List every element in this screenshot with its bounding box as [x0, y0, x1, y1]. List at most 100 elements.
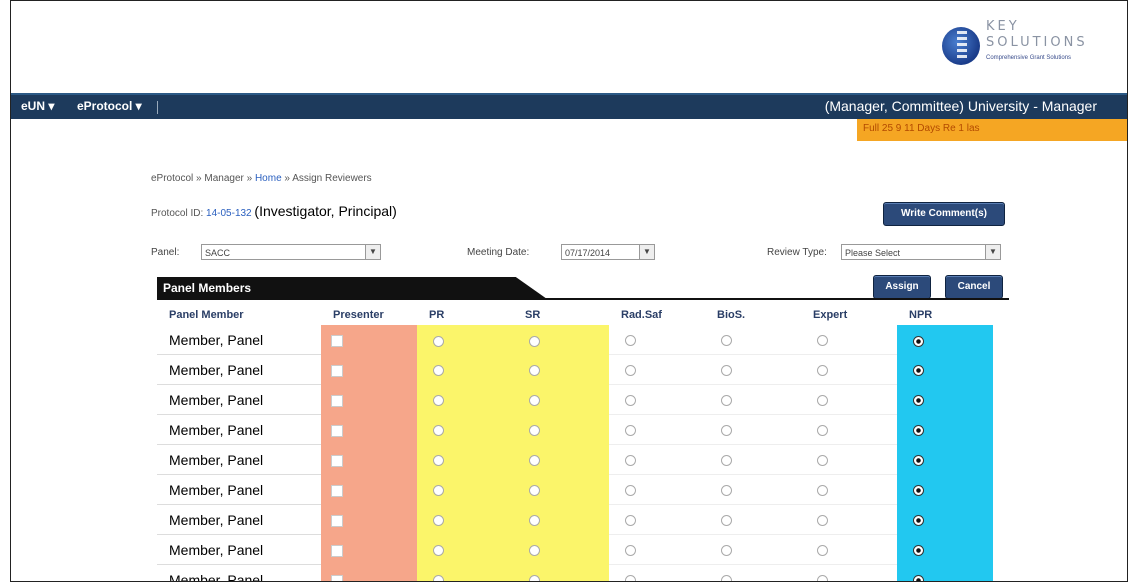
reviewer-radio[interactable]	[625, 545, 636, 557]
expert-radio-cell	[801, 444, 897, 475]
table-row: Member, Panel	[157, 354, 993, 385]
cancel-button[interactable]: Cancel	[945, 275, 1003, 299]
reviewer-radio[interactable]	[433, 545, 444, 557]
reviewer-radio[interactable]	[913, 335, 924, 347]
sr-radio-cell	[513, 504, 609, 535]
reviewer-radio[interactable]	[625, 575, 636, 581]
reviewer-radio[interactable]	[913, 425, 924, 437]
reviewer-radio[interactable]	[529, 395, 540, 407]
chevron-down-icon[interactable]: ▼	[639, 245, 654, 259]
table-row: Member, Panel	[157, 325, 993, 355]
presenter-checkbox[interactable]	[331, 454, 343, 467]
presenter-checkbox[interactable]	[331, 514, 343, 527]
npr-radio-cell	[897, 325, 993, 355]
reviewer-radio[interactable]	[625, 425, 636, 437]
presenter-checkbox[interactable]	[331, 544, 343, 557]
presenter-checkbox-cell	[321, 534, 417, 565]
chevron-down-icon[interactable]: ▼	[985, 245, 1000, 259]
presenter-checkbox[interactable]	[331, 394, 343, 407]
presenter-checkbox-cell	[321, 414, 417, 445]
reviewer-radio[interactable]	[625, 485, 636, 497]
reviewer-radio[interactable]	[913, 575, 924, 581]
presenter-checkbox[interactable]	[331, 424, 343, 437]
reviewer-radio[interactable]	[817, 545, 828, 557]
review-type-select[interactable]: Please Select ▼	[841, 244, 1001, 260]
reviewer-radio[interactable]	[625, 455, 636, 467]
panel-select[interactable]: SACC ▼	[201, 244, 381, 260]
reviewer-radio[interactable]	[529, 545, 540, 557]
meeting-date-select[interactable]: 07/17/2014 ▼	[561, 244, 655, 260]
reviewer-radio[interactable]	[625, 335, 636, 347]
expert-radio-cell	[801, 564, 897, 581]
reviewer-radio[interactable]	[913, 545, 924, 557]
expert-radio-cell	[801, 474, 897, 505]
reviewer-radio[interactable]	[529, 515, 540, 527]
reviewer-radio[interactable]	[721, 425, 732, 437]
reviewer-radio[interactable]	[625, 395, 636, 407]
bios-radio-cell	[705, 414, 801, 445]
reviewer-radio[interactable]	[721, 575, 732, 581]
reviewer-radio[interactable]	[433, 335, 444, 347]
reviewer-radio[interactable]	[721, 485, 732, 497]
protocol-id-link[interactable]: 14-05-132	[206, 208, 252, 219]
expert-radio-cell	[801, 504, 897, 535]
reviewer-radio[interactable]	[529, 485, 540, 497]
reviewer-radio[interactable]	[817, 395, 828, 407]
reviewer-radio[interactable]	[817, 335, 828, 347]
bios-radio-cell	[705, 534, 801, 565]
reviewer-radio[interactable]	[817, 455, 828, 467]
pr-radio-cell	[417, 414, 513, 445]
panel-member-name: Member, Panel	[157, 474, 321, 505]
nav-eprotocol-menu[interactable]: eProtocol ▾	[77, 99, 142, 113]
reviewer-radio[interactable]	[433, 425, 444, 437]
reviewer-radio[interactable]	[721, 455, 732, 467]
reviewer-radio[interactable]	[625, 515, 636, 527]
reviewer-radio[interactable]	[721, 395, 732, 407]
presenter-checkbox[interactable]	[331, 364, 343, 377]
reviewer-radio[interactable]	[529, 455, 540, 467]
reviewer-radio[interactable]	[529, 425, 540, 437]
assign-button[interactable]: Assign	[873, 275, 931, 299]
sr-radio-cell	[513, 414, 609, 445]
nav-eun-menu[interactable]: eUN ▾	[21, 99, 54, 113]
reviewer-radio[interactable]	[817, 515, 828, 527]
reviewer-radio[interactable]	[817, 575, 828, 581]
table-row: Member, Panel	[157, 504, 993, 535]
rad-saf-radio-cell	[609, 384, 705, 415]
reviewer-radio[interactable]	[529, 335, 540, 347]
reviewer-radio[interactable]	[721, 365, 732, 377]
panel-member-name: Member, Panel	[157, 504, 321, 535]
col-pr: PR	[429, 309, 445, 321]
reviewer-radio[interactable]	[529, 575, 540, 581]
reviewer-radio[interactable]	[433, 365, 444, 377]
reviewer-radio[interactable]	[913, 395, 924, 407]
nav-divider	[157, 101, 158, 114]
panel-member-name: Member, Panel	[157, 354, 321, 385]
reviewer-radio[interactable]	[913, 365, 924, 377]
bios-radio-cell	[705, 325, 801, 355]
reviewer-radio[interactable]	[433, 575, 444, 581]
reviewer-radio[interactable]	[433, 395, 444, 407]
col-rad-saf: Rad.Saf	[621, 309, 662, 321]
reviewer-radio[interactable]	[721, 335, 732, 347]
breadcrumb-home-link[interactable]: Home	[255, 173, 282, 184]
reviewer-radio[interactable]	[913, 485, 924, 497]
reviewer-radio[interactable]	[817, 485, 828, 497]
reviewer-radio[interactable]	[721, 515, 732, 527]
chevron-down-icon[interactable]: ▼	[365, 245, 380, 259]
reviewer-radio[interactable]	[913, 515, 924, 527]
reviewer-radio[interactable]	[817, 365, 828, 377]
protocol-id-label: Protocol ID:	[151, 208, 204, 219]
reviewer-radio[interactable]	[433, 515, 444, 527]
reviewer-radio[interactable]	[433, 485, 444, 497]
presenter-checkbox[interactable]	[331, 574, 343, 581]
reviewer-radio[interactable]	[721, 545, 732, 557]
presenter-checkbox[interactable]	[331, 484, 343, 497]
write-comments-button[interactable]: Write Comment(s)	[883, 202, 1005, 226]
reviewer-radio[interactable]	[433, 455, 444, 467]
reviewer-radio[interactable]	[817, 425, 828, 437]
reviewer-radio[interactable]	[529, 365, 540, 377]
reviewer-radio[interactable]	[913, 455, 924, 467]
presenter-checkbox[interactable]	[331, 335, 343, 348]
reviewer-radio[interactable]	[625, 365, 636, 377]
